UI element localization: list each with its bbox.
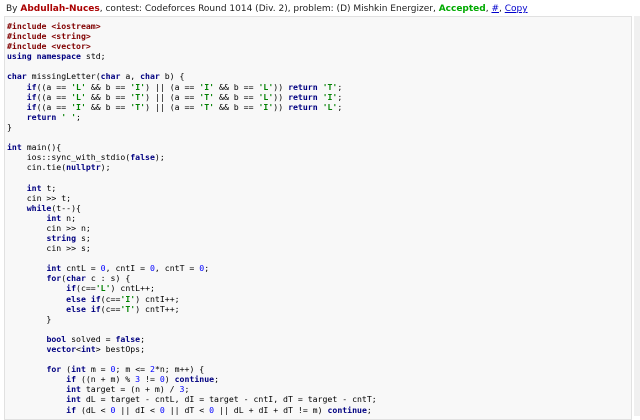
code-line: if((a == 'I' && b == 'T') || (a == 'T' &…	[26, 101, 343, 112]
code-line: #include <vector>	[7, 41, 91, 52]
vertical-scrollbar[interactable]	[634, 16, 640, 416]
code-line: char missingLetter(char a, char b) {	[7, 71, 185, 82]
code-line: for (int m = 0; m <= 2*n; m++) {	[46, 364, 205, 375]
code-line: string s;	[46, 232, 91, 243]
code-line: int cntL = 0, cntI = 0, cntT = 0;	[46, 263, 210, 274]
code-line: if ((n + m) % 3 != 0) continue;	[66, 374, 219, 385]
code-line: if((a == 'L' && b == 'T') || (a == 'T' &…	[26, 91, 343, 102]
code-line: cin >> n;	[7, 222, 91, 233]
code-line: vector<int> bestOps;	[46, 344, 146, 354]
by-label: By	[6, 4, 21, 14]
code-viewer: #include <iostream> #include <string> #inc…	[4, 16, 632, 420]
code-line: if((a == 'L' && b == 'I') || (a == 'I' &…	[26, 81, 343, 92]
code-line: int n;	[46, 212, 77, 223]
code-line: if (dL < 0 || dI < 0 || dT < 0 || dL + d…	[66, 404, 372, 415]
code-line: if(c=='L') cntL++;	[66, 283, 155, 294]
copy-link[interactable]: Copy	[505, 4, 528, 14]
code-line: while(t--){	[26, 202, 81, 213]
code-line: bool solved = false;	[46, 333, 146, 344]
code-line: cin >> t;	[7, 192, 72, 203]
code-line: cin.tie(nullptr);	[7, 162, 111, 173]
code-line: else if(c=='T') cntT++;	[66, 303, 180, 314]
code-line: int dL = target - cntL, dI = target - cn…	[66, 394, 377, 405]
code-line: }	[7, 121, 12, 132]
code-line: cin >> s;	[7, 243, 91, 254]
code-line: using namespace std;	[7, 51, 106, 62]
code-line: int target = (n + m) / 3;	[66, 384, 190, 395]
author-link[interactable]: Abdullah-Nuces	[20, 4, 99, 14]
code-line: for(char c : s) {	[46, 273, 131, 284]
code-line: #include <iostream>	[7, 21, 101, 31]
code-line: ios::sync_with_stdio(false);	[7, 152, 165, 163]
code-line: int main(){	[7, 142, 62, 153]
source-code: #include <iostream> #include <string> #inc…	[5, 17, 631, 415]
contest-info: , contest: Codeforces Round 1014 (Div. 2…	[99, 4, 439, 14]
code-line: }	[7, 313, 52, 324]
submission-header: By Abdullah-Nuces, contest: Codeforces R…	[6, 3, 528, 15]
code-line: else if(c=='I') cntI++;	[66, 293, 180, 304]
code-line: return ' ';	[26, 111, 81, 122]
code-line: #include <string>	[7, 31, 91, 42]
verdict-badge: Accepted	[438, 4, 486, 14]
code-line: int t;	[26, 182, 57, 193]
hash-link[interactable]: #	[491, 4, 499, 14]
